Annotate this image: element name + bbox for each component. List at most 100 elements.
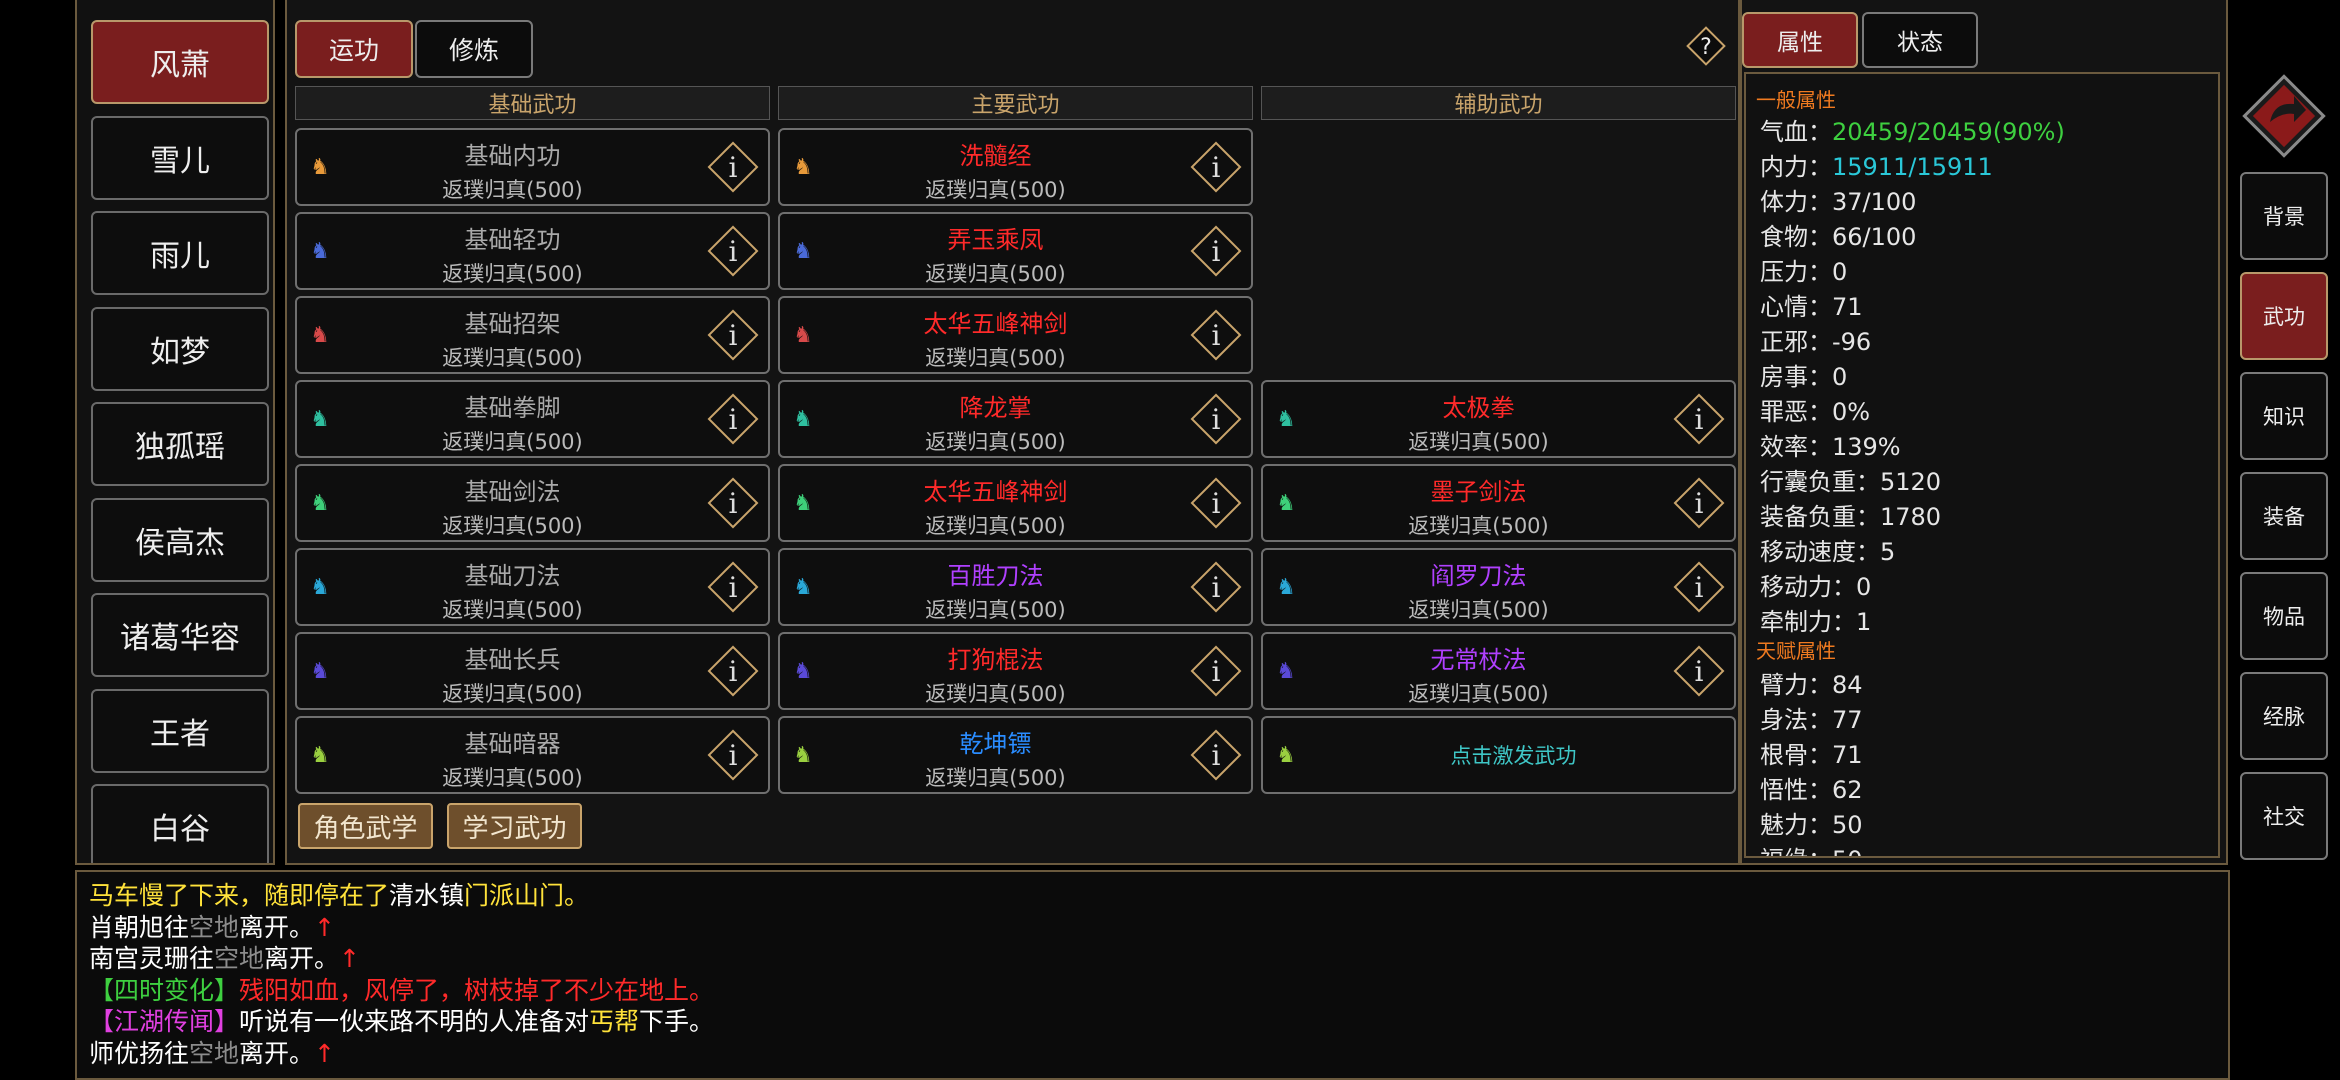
skill-name: 基础拳脚 <box>464 394 561 422</box>
info-icon[interactable]: i <box>702 304 764 366</box>
character-button[interactable]: 侯高杰 <box>91 497 269 582</box>
nav-button[interactable]: 社交 <box>2240 772 2328 860</box>
martial-art-icon: ♞ <box>1276 574 1296 600</box>
nav-button[interactable]: 物品 <box>2240 572 2328 660</box>
skill-card-main[interactable]: ♞ 弄玉乘凤 返璞归真(500) i <box>778 212 1253 290</box>
info-icon[interactable]: i <box>702 724 764 786</box>
tab-attributes[interactable]: 属性 <box>1742 12 1858 68</box>
character-button[interactable]: 如梦 <box>91 306 269 391</box>
svg-text:i: i <box>1695 571 1704 604</box>
info-icon[interactable]: i <box>702 640 764 702</box>
info-icon[interactable]: i <box>702 220 764 282</box>
skill-level: 返璞归真(500) <box>925 598 1066 622</box>
talent-row: 臂力：84 <box>1760 665 1863 700</box>
info-icon[interactable]: i <box>702 388 764 450</box>
svg-text:i: i <box>729 151 738 184</box>
attribute-list[interactable]: 一般属性 气血：20459/20459(90%) 内力：15911/15911 体力：… <box>1744 72 2220 858</box>
skill-card-basic[interactable]: ♞ 基础招架 返璞归真(500) i <box>295 296 770 374</box>
skill-card-main[interactable]: ♞ 百胜刀法 返璞归真(500) i <box>778 548 1253 626</box>
skill-card-main[interactable]: ♞ 降龙掌 返璞归真(500) i <box>778 380 1253 458</box>
skill-card-aux[interactable]: ♞ 阎罗刀法 返璞归真(500) i <box>1261 548 1736 626</box>
skill-name: 太华五峰神剑 <box>923 310 1068 338</box>
info-icon[interactable]: i <box>702 472 764 534</box>
tab-xiulian[interactable]: 修炼 <box>415 20 533 78</box>
skill-card-basic[interactable]: ♞ 基础内功 返璞归真(500) i <box>295 128 770 206</box>
martial-art-icon: ♞ <box>1276 490 1296 516</box>
info-icon[interactable]: i <box>1185 472 1247 534</box>
column-aux-header: 辅助武功 <box>1261 86 1736 120</box>
skill-card-basic[interactable]: ♞ 基础暗器 返璞归真(500) i <box>295 716 770 794</box>
log-segment: 马车慢了下来，随即停在了 <box>89 881 390 910</box>
info-icon[interactable]: i <box>1185 640 1247 702</box>
nav-button[interactable]: 装备 <box>2240 472 2328 560</box>
skill-level: 返璞归真(500) <box>442 346 583 370</box>
svg-text:i: i <box>1695 655 1704 688</box>
character-button[interactable]: 雪儿 <box>91 115 269 200</box>
skill-card-main[interactable]: ♞ 太华五峰神剑 返璞归真(500) i <box>778 296 1253 374</box>
skill-card-main[interactable]: ♞ 洗髓经 返璞归真(500) i <box>778 128 1253 206</box>
info-icon[interactable]: i <box>1185 220 1247 282</box>
info-icon[interactable]: i <box>1668 640 1730 702</box>
skill-level: 返璞归真(500) <box>442 262 583 286</box>
log-segment: ↑ <box>314 1038 335 1068</box>
skill-level: 返璞归真(500) <box>1408 598 1549 622</box>
martial-art-icon: ♞ <box>310 154 330 180</box>
martial-arts-panel: 运功 修炼 ? 基础武功 主要武功 辅助武功 ♞ 基础内功 返璞归真(500) i ♞ 基… <box>285 0 1740 865</box>
tab-yungong[interactable]: 运功 <box>295 20 413 78</box>
nav-button[interactable]: 知识 <box>2240 372 2328 460</box>
nav-button[interactable]: 背景 <box>2240 172 2328 260</box>
skill-level: 返璞归真(500) <box>1408 682 1549 706</box>
skill-level: 返璞归真(500) <box>925 262 1066 286</box>
skill-name: 基础轻功 <box>464 226 561 254</box>
attribute-label: 移动力： <box>1760 573 1856 601</box>
back-arrow-icon[interactable] <box>2240 72 2328 160</box>
skill-card-main[interactable]: ♞ 打狗棍法 返璞归真(500) i <box>778 632 1253 710</box>
column-basic-header: 基础武功 <box>295 86 770 120</box>
skill-card-aux[interactable]: ♞ 无常杖法 返璞归真(500) i <box>1261 632 1736 710</box>
character-button[interactable]: 风萧 <box>91 20 269 104</box>
character-button[interactable]: 白谷 <box>91 784 269 863</box>
info-icon[interactable]: i <box>702 136 764 198</box>
learn-martial-button[interactable]: 学习武功 <box>447 803 582 849</box>
skill-level: 返璞归真(500) <box>442 430 583 454</box>
nav-button[interactable]: 经脉 <box>2240 672 2328 760</box>
info-icon[interactable]: i <box>1185 556 1247 618</box>
skill-level: 返璞归真(500) <box>1408 430 1549 454</box>
skill-card-main[interactable]: ♞ 太华五峰神剑 返璞归真(500) i <box>778 464 1253 542</box>
nav-button[interactable]: 武功 <box>2240 272 2328 360</box>
skill-card-basic[interactable]: ♞ 基础拳脚 返璞归真(500) i <box>295 380 770 458</box>
character-button[interactable]: 诸葛华容 <box>91 593 269 677</box>
attribute-row: 正邪：-96 <box>1760 322 1871 357</box>
skill-card-basic[interactable]: ♞ 基础刀法 返璞归真(500) i <box>295 548 770 626</box>
attribute-label: 心情： <box>1760 293 1832 321</box>
skill-card-basic[interactable]: ♞ 基础轻功 返璞归真(500) i <box>295 212 770 290</box>
skill-card-aux[interactable]: ♞ 太极拳 返璞归真(500) i <box>1261 380 1736 458</box>
skill-card-basic[interactable]: ♞ 基础剑法 返璞归真(500) i <box>295 464 770 542</box>
tab-status[interactable]: 状态 <box>1862 12 1978 68</box>
info-icon[interactable]: i <box>1668 472 1730 534</box>
character-button[interactable]: 雨儿 <box>91 211 269 295</box>
info-icon[interactable]: i <box>702 556 764 618</box>
attribute-value: 15911/15911 <box>1832 153 1993 181</box>
attribute-row: 罪恶：0% <box>1760 392 1870 427</box>
skill-card-main[interactable]: ♞ 乾坤镖 返璞归真(500) i <box>778 716 1253 794</box>
character-martial-button[interactable]: 角色武学 <box>298 803 433 849</box>
help-icon[interactable]: ? <box>1682 22 1730 70</box>
martial-art-icon: ♞ <box>310 658 330 684</box>
character-button[interactable]: 独孤瑶 <box>91 402 269 486</box>
info-icon[interactable]: i <box>1668 556 1730 618</box>
log-segment: ↑ <box>339 944 360 973</box>
martial-art-icon: ♞ <box>793 154 813 180</box>
skill-card-basic[interactable]: ♞ 基础长兵 返璞归真(500) i <box>295 632 770 710</box>
info-icon[interactable]: i <box>1185 304 1247 366</box>
info-icon[interactable]: i <box>1668 388 1730 450</box>
character-button[interactable]: 王者 <box>91 688 269 773</box>
attribute-value: 71 <box>1832 741 1863 769</box>
info-icon[interactable]: i <box>1185 388 1247 450</box>
svg-text:i: i <box>1212 571 1221 604</box>
skill-card-aux[interactable]: ♞ 墨子剑法 返璞归真(500) i <box>1261 464 1736 542</box>
martial-art-icon: ♞ <box>793 238 813 264</box>
activate-skill-slot[interactable]: ♞ 点击激发武功 <box>1261 716 1736 794</box>
info-icon[interactable]: i <box>1185 724 1247 786</box>
info-icon[interactable]: i <box>1185 136 1247 198</box>
